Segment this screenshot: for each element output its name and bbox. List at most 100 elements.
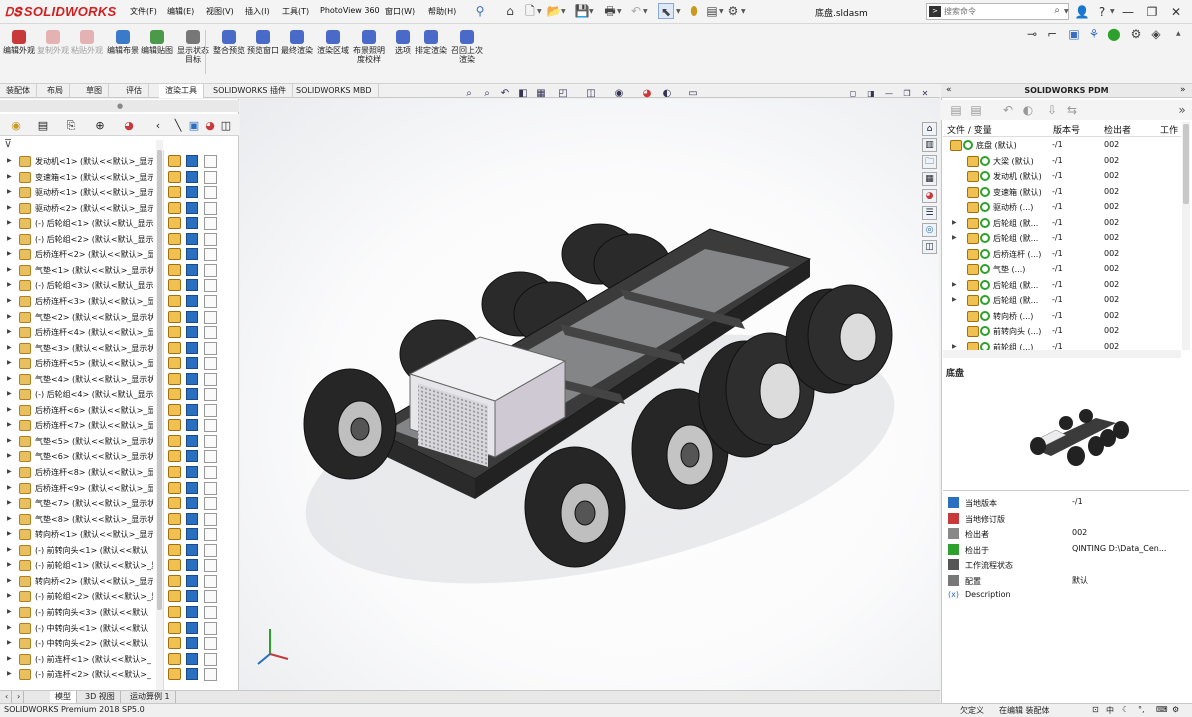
- appearance-icon[interactable]: [186, 419, 198, 432]
- expand-arrow-icon[interactable]: ▶: [7, 188, 12, 195]
- status-ime-punct-icon[interactable]: °,: [1138, 705, 1145, 714]
- component-state-icon[interactable]: [168, 372, 181, 385]
- decal-icon[interactable]: [204, 466, 217, 479]
- appearance-icon[interactable]: [186, 590, 198, 603]
- pdm-row[interactable]: 大梁 (默认) -/1 002: [945, 154, 1180, 170]
- component-state-icon[interactable]: [168, 668, 181, 681]
- search-dropdown-icon[interactable]: ▼: [1064, 8, 1069, 15]
- tree-scroll-thumb[interactable]: [157, 150, 162, 610]
- component-state-icon[interactable]: [168, 450, 181, 463]
- appearance-icon[interactable]: [186, 170, 198, 183]
- tree-item[interactable]: ▶ (-) 中转向头<2> (默认<<默认: [0, 636, 239, 652]
- expand-arrow-icon[interactable]: ▶: [7, 157, 12, 164]
- zoom-to-fit-icon[interactable]: ⌕: [462, 87, 476, 101]
- tab-solidworks-mbd[interactable]: SOLIDWORKS MBD: [290, 84, 379, 98]
- component-state-icon[interactable]: [168, 605, 181, 618]
- decal-icon[interactable]: [204, 574, 217, 588]
- tree-item[interactable]: ▶ (-) 后轮组<4> (默认<默认_显示: [0, 387, 239, 403]
- tree-item[interactable]: ▶ (-) 前轮组<1> (默认<<默认>_显: [0, 558, 239, 574]
- tree-tool-a-icon[interactable]: ╲: [170, 118, 186, 134]
- tree-item[interactable]: ▶ 后桥连杆<3> (默认<<默认>_显: [0, 294, 239, 310]
- appearance-icon[interactable]: [186, 605, 198, 618]
- undo-dropdown-icon[interactable]: ▼: [643, 8, 648, 15]
- tree-item[interactable]: ▶ (-) 后轮组<3> (默认<默认_显示: [0, 278, 239, 294]
- zoom-to-area-icon[interactable]: ⌕: [480, 87, 494, 101]
- expand-arrow-icon[interactable]: ▶: [7, 219, 12, 226]
- tree-item[interactable]: ▶ 气垫<3> (默认<<默认>_显示状: [0, 341, 239, 357]
- file-properties-icon[interactable]: ▤: [704, 3, 720, 19]
- appearance-icon[interactable]: [186, 637, 198, 650]
- tree-tool-d-icon[interactable]: ◫: [218, 118, 234, 134]
- expand-arrow-icon[interactable]: ▶: [7, 515, 12, 522]
- tree-item[interactable]: ▶ 驱动桥<1> (默认<<默认>_显示: [0, 185, 239, 201]
- appearance-icon[interactable]: [186, 248, 198, 261]
- component-state-icon[interactable]: [168, 310, 181, 323]
- component-state-icon[interactable]: [168, 357, 181, 370]
- tree-item[interactable]: ▶ 发动机<1> (默认<<默认>_显示: [0, 154, 239, 170]
- component-state-icon[interactable]: [168, 388, 181, 401]
- graphics-viewport[interactable]: [240, 99, 939, 690]
- component-state-icon[interactable]: [168, 559, 181, 572]
- expand-arrow-icon[interactable]: ▶: [7, 297, 12, 304]
- pdm-row[interactable]: 后桥连杆 (...) -/1 002: [945, 247, 1180, 263]
- expand-arrow-icon[interactable]: ▶: [7, 499, 12, 506]
- expand-arrow-icon[interactable]: ▶: [7, 390, 12, 397]
- pdm-vscroll-thumb[interactable]: [1183, 124, 1189, 204]
- property-manager-icon[interactable]: ▤: [35, 118, 51, 134]
- component-state-icon[interactable]: [168, 294, 181, 307]
- decal-icon[interactable]: [204, 512, 217, 526]
- component-state-icon[interactable]: [168, 512, 181, 525]
- command-button[interactable]: 复制外观: [36, 30, 70, 55]
- new-dropdown-icon[interactable]: ▼: [537, 8, 542, 15]
- appearance-icon[interactable]: [186, 543, 198, 556]
- view-settings-icon[interactable]: ▭: [686, 87, 700, 101]
- viewport-minimize-icon[interactable]: —: [882, 87, 896, 101]
- section-view-icon[interactable]: ◧: [516, 87, 530, 101]
- status-ime-settings-icon[interactable]: ⚙: [1172, 705, 1179, 714]
- collapse-icon[interactable]: ▲: [1176, 30, 1181, 37]
- pdm-expand-icon[interactable]: »: [1180, 85, 1186, 95]
- appearance-icon[interactable]: [186, 528, 198, 541]
- heads-up-icon[interactable]: ⊸: [1024, 26, 1040, 42]
- command-button[interactable]: 粘贴外观: [70, 30, 104, 55]
- pdm-appearance-icon[interactable]: ◕: [922, 189, 937, 203]
- tree-item[interactable]: ▶ (-) 前连杆<2> (默认<<默认>_: [0, 667, 239, 683]
- file-properties-dropdown-icon[interactable]: ▼: [719, 8, 724, 15]
- viewport-split-icon[interactable]: ◨: [864, 87, 878, 101]
- undo-icon[interactable]: ↶: [628, 3, 644, 19]
- decal-icon[interactable]: [204, 155, 217, 168]
- component-state-icon[interactable]: [168, 637, 181, 650]
- appearance-icon[interactable]: [186, 497, 198, 510]
- decal-icon[interactable]: [204, 450, 217, 464]
- appearance-icon[interactable]: [186, 263, 198, 276]
- pdm-share-icon[interactable]: ⇆: [1064, 102, 1080, 118]
- expand-arrow-icon[interactable]: ▶: [7, 530, 12, 537]
- expand-arrow-icon[interactable]: ▶: [7, 204, 12, 211]
- menu-view[interactable]: 视图(V): [206, 6, 234, 17]
- decal-icon[interactable]: [204, 341, 217, 355]
- decal-icon[interactable]: [204, 357, 217, 371]
- expand-arrow-icon[interactable]: ▶: [7, 328, 12, 335]
- expand-arrow-icon[interactable]: ▶: [7, 592, 12, 599]
- tree-item[interactable]: ▶ (-) 前轮组<2> (默认<<默认>_显: [0, 589, 239, 605]
- save-dropdown-icon[interactable]: ▼: [589, 8, 594, 15]
- expand-arrow-icon[interactable]: ▶: [7, 624, 12, 631]
- tree-item[interactable]: ▶ (-) 前转向头<1> (默认<<默认: [0, 543, 239, 559]
- appearance-icon[interactable]: [186, 217, 198, 230]
- pdm-get-icon[interactable]: ⇩: [1044, 102, 1060, 118]
- command-button[interactable]: 布景照明度校样: [352, 30, 386, 64]
- viewport-close-icon[interactable]: ✕: [918, 87, 932, 101]
- hide-show-icon[interactable]: ◉: [612, 87, 626, 101]
- status-ime-lang[interactable]: 中: [1106, 705, 1114, 716]
- appearance-icon[interactable]: [186, 450, 198, 463]
- pdm-row[interactable]: 变速箱 (默认) -/1 002: [945, 185, 1180, 201]
- component-state-icon[interactable]: [168, 543, 181, 556]
- expand-arrow-icon[interactable]: ▶: [7, 313, 12, 320]
- component-state-icon[interactable]: [168, 434, 181, 447]
- expand-arrow-icon[interactable]: ▶: [7, 608, 12, 615]
- pdm-col-file[interactable]: 文件 / 变量: [947, 123, 992, 136]
- expand-arrow-icon[interactable]: ▶: [7, 655, 12, 662]
- viewport-expand-icon[interactable]: ◻: [846, 87, 860, 101]
- command-button[interactable]: 编辑外观: [2, 30, 36, 55]
- pdm-row[interactable]: ▶ 后轮组 (默... -/1 002: [945, 293, 1180, 309]
